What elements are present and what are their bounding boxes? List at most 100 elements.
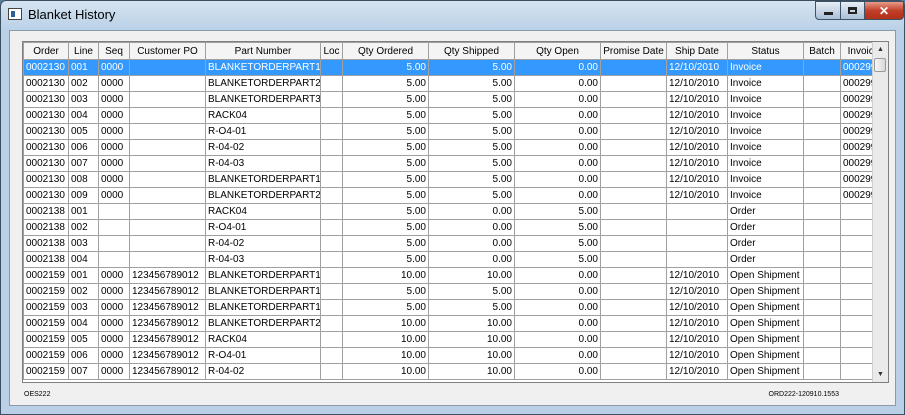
table-cell[interactable]: 12/10/2010 [666, 187, 728, 204]
table-cell[interactable]: 5.00 [428, 107, 515, 124]
table-cell[interactable]: 0000 [98, 155, 130, 172]
table-cell[interactable] [803, 123, 841, 140]
table-cell[interactable]: 12/10/2010 [666, 139, 728, 156]
table-cell[interactable] [129, 251, 206, 268]
column-header[interactable]: Seq [98, 42, 130, 60]
table-cell[interactable] [600, 347, 667, 364]
table-cell[interactable]: 5.00 [428, 155, 515, 172]
table-cell[interactable]: 0.00 [428, 251, 515, 268]
table-cell[interactable]: 12/10/2010 [666, 331, 728, 348]
table-cell[interactable]: RACK04 [205, 107, 321, 124]
table-cell[interactable] [803, 235, 841, 252]
table-cell[interactable]: 0002138 [23, 203, 69, 220]
table-cell[interactable] [600, 107, 667, 124]
table-cell[interactable] [320, 171, 343, 188]
table-cell[interactable]: 12/10/2010 [666, 347, 728, 364]
close-button[interactable]: ✕ [864, 1, 904, 20]
table-cell[interactable] [129, 107, 206, 124]
table-cell[interactable]: R-04-02 [205, 235, 321, 252]
table-cell[interactable] [98, 219, 130, 236]
table-cell[interactable]: 006 [68, 347, 99, 364]
table-cell[interactable]: BLANKETORDERPART2 [205, 187, 321, 204]
table-cell[interactable] [129, 219, 206, 236]
table-cell[interactable]: 0000 [98, 347, 130, 364]
table-row[interactable]: 0002159 005 0000 123456789012 RACK04 10.00 10.… [23, 331, 887, 348]
table-cell[interactable] [98, 251, 130, 268]
table-cell[interactable]: Open Shipment [727, 283, 804, 300]
table-cell[interactable]: 005 [68, 123, 99, 140]
table-cell[interactable] [129, 91, 206, 108]
column-header[interactable]: Line [68, 42, 99, 60]
table-cell[interactable]: 5.00 [514, 203, 601, 220]
table-row[interactable]: 0002159 003 0000 123456789012 BLANKETORDERPA… [23, 299, 887, 316]
table-cell[interactable] [600, 155, 667, 172]
table-row[interactable]: 0002130 009 0000 BLANKETORDERPART2 5.00 5.00 0… [23, 187, 887, 204]
table-cell[interactable]: 0002159 [23, 347, 69, 364]
table-cell[interactable]: Invoice [727, 123, 804, 140]
table-row[interactable]: 0002159 006 0000 123456789012 R-O4-01 10.00 10… [23, 347, 887, 364]
table-cell[interactable]: 0002159 [23, 315, 69, 332]
table-cell[interactable] [803, 155, 841, 172]
table-cell[interactable]: 5.00 [342, 139, 429, 156]
table-cell[interactable]: R-04-03 [205, 155, 321, 172]
table-cell[interactable]: 0.00 [514, 171, 601, 188]
table-cell[interactable]: 0.00 [514, 187, 601, 204]
table-cell[interactable] [98, 203, 130, 220]
table-cell[interactable]: 10.00 [428, 331, 515, 348]
table-cell[interactable]: 0000 [98, 283, 130, 300]
table-cell[interactable] [320, 363, 343, 380]
table-cell[interactable] [803, 59, 841, 76]
table-cell[interactable]: 10.00 [428, 363, 515, 380]
table-cell[interactable]: 007 [68, 363, 99, 380]
table-cell[interactable]: 0002130 [23, 91, 69, 108]
table-cell[interactable]: 12/10/2010 [666, 283, 728, 300]
table-cell[interactable]: 0002130 [23, 75, 69, 92]
maximize-button[interactable] [840, 1, 865, 20]
table-cell[interactable] [803, 139, 841, 156]
table-cell[interactable]: 009 [68, 187, 99, 204]
table-cell[interactable]: 0002159 [23, 299, 69, 316]
table-cell[interactable] [320, 315, 343, 332]
table-cell[interactable]: 0002130 [23, 187, 69, 204]
table-cell[interactable]: BLANKETORDERPART2 [205, 75, 321, 92]
table-cell[interactable]: 5.00 [342, 75, 429, 92]
table-cell[interactable] [803, 171, 841, 188]
table-cell[interactable]: 002 [68, 75, 99, 92]
table-cell[interactable] [129, 171, 206, 188]
table-cell[interactable]: 004 [68, 107, 99, 124]
vertical-scrollbar[interactable]: ▲ ▼ [872, 42, 888, 382]
table-cell[interactable]: 0002159 [23, 331, 69, 348]
table-cell[interactable]: 0.00 [428, 203, 515, 220]
table-cell[interactable]: 5.00 [428, 75, 515, 92]
table-cell[interactable]: 003 [68, 235, 99, 252]
table-row[interactable]: 0002159 001 0000 123456789012 BLANKETORDERPA… [23, 267, 887, 284]
table-cell[interactable]: 0.00 [514, 123, 601, 140]
table-cell[interactable] [666, 219, 728, 236]
table-cell[interactable]: BLANKETORDERPART1 [205, 267, 321, 284]
history-grid[interactable]: Order Line Seq Customer PO Part Number Loc Qty… [22, 41, 889, 383]
scroll-up-icon[interactable]: ▲ [873, 42, 888, 57]
table-cell[interactable]: Open Shipment [727, 331, 804, 348]
table-cell[interactable] [320, 267, 343, 284]
table-cell[interactable]: 5.00 [342, 171, 429, 188]
table-row[interactable]: 0002130 002 0000 BLANKETORDERPART2 5.00 5.00 0… [23, 75, 887, 92]
table-cell[interactable] [600, 59, 667, 76]
table-cell[interactable]: R-O4-01 [205, 123, 321, 140]
table-cell[interactable] [803, 203, 841, 220]
table-cell[interactable] [320, 219, 343, 236]
table-cell[interactable]: 0002138 [23, 219, 69, 236]
column-header[interactable]: Ship Date [666, 42, 728, 60]
table-cell[interactable]: Invoice [727, 171, 804, 188]
table-cell[interactable] [600, 171, 667, 188]
table-cell[interactable]: 0.00 [514, 347, 601, 364]
table-cell[interactable]: 123456789012 [129, 267, 206, 284]
table-cell[interactable]: 0.00 [428, 235, 515, 252]
table-row[interactable]: 0002159 007 0000 123456789012 R-04-02 10.00 10… [23, 363, 887, 380]
table-cell[interactable]: 5.00 [428, 283, 515, 300]
table-cell[interactable]: 0002130 [23, 155, 69, 172]
table-cell[interactable]: BLANKETORDERPART1 [205, 283, 321, 300]
table-cell[interactable] [600, 219, 667, 236]
table-cell[interactable]: 5.00 [428, 59, 515, 76]
table-cell[interactable]: 0.00 [514, 315, 601, 332]
table-cell[interactable]: 0002159 [23, 283, 69, 300]
